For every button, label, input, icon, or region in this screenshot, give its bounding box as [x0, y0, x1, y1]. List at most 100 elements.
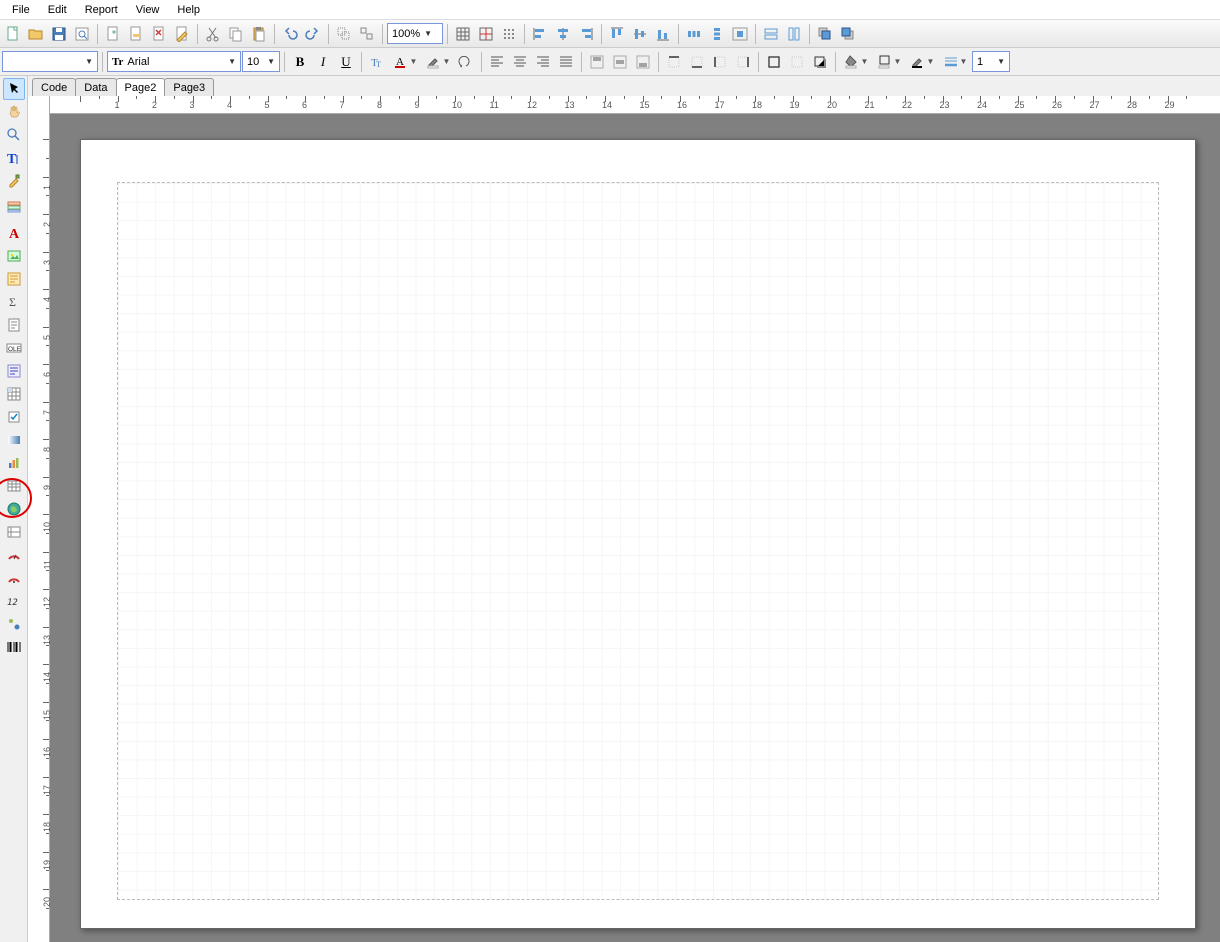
ungroup-button[interactable] [356, 23, 378, 45]
font-name-combo[interactable]: TrArial▼ [107, 51, 241, 72]
insert-picture-button[interactable] [3, 245, 25, 267]
zoom-combo[interactable]: 100%▼ [387, 23, 443, 44]
bring-front-button[interactable] [814, 23, 836, 45]
underline-button[interactable]: U [335, 51, 357, 73]
insert-gradient-button[interactable] [3, 429, 25, 451]
grid-settings-button[interactable] [498, 23, 520, 45]
insert-table-button[interactable] [3, 475, 25, 497]
group-button[interactable] [333, 23, 355, 45]
frame-bottom-button[interactable] [686, 51, 708, 73]
text-valign-middle-button[interactable] [609, 51, 631, 73]
text-align-left-button[interactable] [486, 51, 508, 73]
menu-view[interactable]: View [128, 2, 168, 18]
frame-shadow-button[interactable] [809, 51, 831, 73]
space-vertical-button[interactable] [706, 23, 728, 45]
insert-zipcode-button[interactable] [3, 613, 25, 635]
insert-checkbox-button[interactable] [3, 406, 25, 428]
open-button[interactable] [25, 23, 47, 45]
menu-help[interactable]: Help [169, 2, 208, 18]
canvas-viewport[interactable] [50, 114, 1220, 942]
italic-button[interactable]: I [312, 51, 334, 73]
align-right-button[interactable] [575, 23, 597, 45]
insert-crosstab-button[interactable] [3, 383, 25, 405]
align-bottom-button[interactable] [652, 23, 674, 45]
save-button[interactable] [48, 23, 70, 45]
frame-right-button[interactable] [732, 51, 754, 73]
horizontal-ruler[interactable]: 1234567891011121314151617181920212223242… [50, 96, 1220, 114]
frame-all-button[interactable] [763, 51, 785, 73]
text-align-center-button[interactable] [509, 51, 531, 73]
menu-report[interactable]: Report [77, 2, 126, 18]
font-settings-button[interactable]: TT [366, 51, 388, 73]
insert-text-button[interactable]: A [3, 222, 25, 244]
highlight-button[interactable]: ▼ [422, 51, 454, 73]
frame-style-button[interactable]: ▼ [906, 51, 938, 73]
vertical-ruler[interactable]: 1234567891011121314151617181920 [28, 96, 50, 942]
tab-data[interactable]: Data [75, 78, 116, 96]
insert-richtext-button[interactable] [3, 360, 25, 382]
align-middle-button[interactable] [629, 23, 651, 45]
insert-cellular-button[interactable] [3, 521, 25, 543]
frame-left-button[interactable] [709, 51, 731, 73]
text-tool[interactable]: T [3, 147, 25, 169]
frame-top-button[interactable] [663, 51, 685, 73]
preview-button[interactable] [71, 23, 93, 45]
page-settings-button[interactable] [171, 23, 193, 45]
page-surface[interactable] [80, 139, 1196, 929]
frame-width-button[interactable]: ▼ [939, 51, 971, 73]
insert-barcode-button[interactable] [3, 636, 25, 658]
font-size-combo[interactable]: 10▼ [242, 51, 280, 72]
line-width-combo[interactable]: 1▼ [972, 51, 1010, 72]
tab-code[interactable]: Code [32, 78, 76, 96]
hand-tool[interactable] [3, 101, 25, 123]
same-width-button[interactable] [760, 23, 782, 45]
send-back-button[interactable] [837, 23, 859, 45]
new-button[interactable] [2, 23, 24, 45]
new-page-button[interactable] [102, 23, 124, 45]
menu-edit[interactable]: Edit [40, 2, 75, 18]
menu-file[interactable]: File [4, 2, 38, 18]
style-combo[interactable]: ▼ [2, 51, 98, 72]
insert-map-button[interactable] [3, 498, 25, 520]
center-page-h-button[interactable] [729, 23, 751, 45]
select-tool[interactable] [3, 78, 25, 100]
copy-button[interactable] [225, 23, 247, 45]
space-horizontal-button[interactable] [683, 23, 705, 45]
snap-grid-button[interactable] [475, 23, 497, 45]
insert-ole-button[interactable]: OLE [3, 337, 25, 359]
frame-color-button[interactable]: ▼ [873, 51, 905, 73]
text-align-justify-button[interactable] [555, 51, 577, 73]
insert-chart-button[interactable] [3, 452, 25, 474]
insert-gauge-button[interactable] [3, 544, 25, 566]
text-valign-top-button[interactable] [586, 51, 608, 73]
align-center-button[interactable] [552, 23, 574, 45]
tab-page3[interactable]: Page3 [164, 78, 214, 96]
zoom-tool[interactable] [3, 124, 25, 146]
text-valign-bottom-button[interactable] [632, 51, 654, 73]
cut-button[interactable] [202, 23, 224, 45]
format-tool[interactable] [3, 170, 25, 192]
align-left-button[interactable] [529, 23, 551, 45]
insert-line-button[interactable] [3, 314, 25, 336]
text-rotate-button[interactable] [455, 51, 477, 73]
fill-color-button[interactable]: ▼ [840, 51, 872, 73]
insert-subreport-button[interactable] [3, 268, 25, 290]
frame-none-button[interactable] [786, 51, 808, 73]
separator [581, 52, 582, 72]
insert-sysmemo-button[interactable]: Σ [3, 291, 25, 313]
same-height-button[interactable] [783, 23, 805, 45]
bold-button[interactable]: B [289, 51, 311, 73]
band-tool[interactable] [3, 196, 25, 218]
tab-page2[interactable]: Page2 [116, 78, 166, 96]
insert-digital-button[interactable]: 12 [3, 590, 25, 612]
undo-button[interactable] [279, 23, 301, 45]
show-grid-button[interactable] [452, 23, 474, 45]
text-align-right-button[interactable] [532, 51, 554, 73]
font-color-button[interactable]: A▼ [389, 51, 421, 73]
new-dialog-button[interactable] [125, 23, 147, 45]
insert-dial-button[interactable] [3, 567, 25, 589]
redo-button[interactable] [302, 23, 324, 45]
delete-page-button[interactable] [148, 23, 170, 45]
paste-button[interactable] [248, 23, 270, 45]
align-top-button[interactable] [606, 23, 628, 45]
